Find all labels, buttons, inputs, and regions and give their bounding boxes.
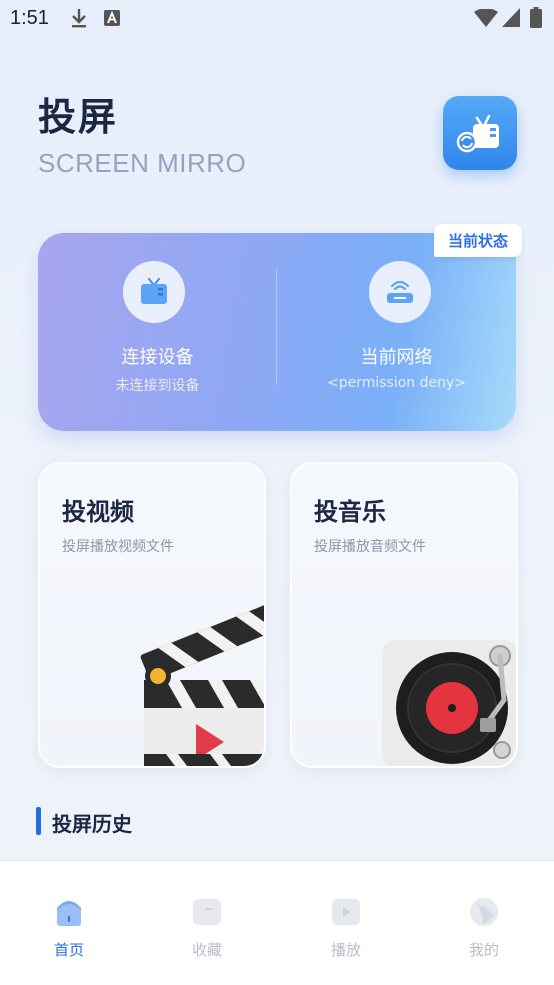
app-logo[interactable] — [443, 96, 517, 170]
page-title: 投屏 — [38, 95, 119, 139]
nav-profile[interactable]: 我的 — [444, 891, 524, 971]
connect-device-status: 未连接到设备 — [115, 378, 200, 394]
nav-home-label: 首页 — [53, 941, 84, 959]
status-bar: 1:51 — [0, 0, 554, 38]
history-accent-bar — [36, 807, 41, 835]
cast-video-subtitle: 投屏播放视频文件 — [62, 539, 174, 555]
current-network-label: 当前网络 — [360, 347, 433, 368]
profile-icon — [470, 898, 498, 926]
bottom-navigation: 首页 收藏 播放 我的 — [0, 860, 554, 985]
battery-icon — [530, 7, 542, 28]
nav-favorites-label: 收藏 — [191, 941, 222, 959]
home-icon — [57, 901, 81, 926]
nav-profile-label: 我的 — [468, 941, 499, 959]
connect-device-label: 连接设备 — [121, 347, 194, 368]
page-subtitle: SCREEN MIRRO — [38, 148, 247, 178]
wifi-icon — [474, 9, 498, 27]
cast-music-title: 投音乐 — [314, 498, 386, 526]
network-icon-circle — [369, 261, 431, 323]
nav-play[interactable]: 播放 — [306, 891, 386, 971]
router-icon — [387, 280, 413, 303]
folder-icon — [193, 899, 221, 925]
clapperboard-icon — [140, 604, 264, 766]
history-section-title: 投屏历史 — [52, 812, 132, 836]
cast-music-subtitle: 投屏播放音频文件 — [314, 539, 426, 555]
connect-device-section[interactable]: 连接设备 未连接到设备 — [38, 233, 277, 431]
cast-video-title: 投视频 — [62, 498, 134, 526]
download-icon — [72, 9, 86, 28]
play-icon — [332, 899, 360, 925]
connection-status-card: 连接设备 未连接到设备 当前网络 <permission deny> — [38, 233, 516, 431]
turntable-icon — [382, 640, 516, 766]
device-icon-circle — [123, 261, 185, 323]
current-status-tag: 当前状态 — [434, 224, 522, 257]
tv-icon — [141, 278, 167, 304]
nav-home[interactable]: 首页 — [29, 891, 109, 971]
current-network-value: <permission deny> — [326, 375, 467, 391]
current-network-section[interactable]: 当前网络 <permission deny> — [277, 233, 516, 431]
status-time: 1:51 — [10, 7, 49, 29]
cast-music-card[interactable]: 投音乐 投屏播放音频文件 — [290, 462, 518, 768]
nav-play-label: 播放 — [330, 941, 361, 959]
nav-favorites[interactable]: 收藏 — [167, 891, 247, 971]
signal-icon — [502, 8, 520, 27]
cast-tv-icon — [456, 114, 499, 153]
keyboard-a-icon — [104, 10, 120, 26]
cast-video-card[interactable]: 投视频 投屏播放视频文件 — [38, 462, 266, 768]
